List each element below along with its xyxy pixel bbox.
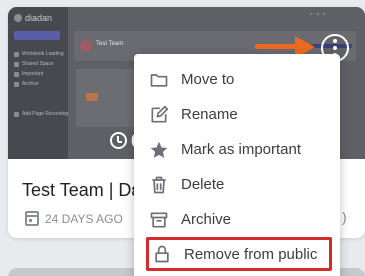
kebab-dot [333, 39, 337, 43]
recording-date: 24 DAYS AGO [25, 211, 123, 226]
thumbnail-nav-item: Workbook Loading [14, 51, 64, 57]
folder-icon [148, 69, 170, 91]
pencil-icon [148, 104, 170, 126]
menu-item-label: Delete [181, 176, 225, 193]
menu-item-rename[interactable]: Rename [134, 97, 340, 132]
star-icon [148, 139, 170, 161]
lock-icon [151, 243, 173, 265]
menu-item-remove-from-public[interactable]: Remove from public [146, 237, 332, 271]
calendar-icon [25, 211, 39, 226]
card-meta-trailing: ) [342, 209, 347, 225]
menu-item-label: Rename [181, 106, 238, 123]
menu-item-label: Move to [181, 71, 235, 88]
kebab-dot [333, 46, 337, 50]
thumbnail-panel [76, 69, 136, 127]
clock-icon [110, 132, 127, 149]
archive-icon [148, 209, 170, 231]
annotation-arrow-shaft [255, 44, 297, 49]
thumbnail-nav-item: Important [14, 71, 43, 77]
thumbnail-nav-item: Shared Space [14, 61, 54, 67]
menu-item-archive[interactable]: Archive [134, 202, 340, 237]
thumbnail-nav-item: Archive [14, 81, 39, 87]
thumbnail-folder-icon [86, 93, 98, 101]
thumbnail-toolbar-icons: ◦ ◦ ◦ [310, 11, 327, 18]
thumbnail-avatar [80, 40, 92, 52]
menu-item-mark-important[interactable]: Mark as important [134, 132, 340, 167]
menu-item-label: Remove from public [184, 245, 318, 263]
screen: diadan Workbook Loading Shared Space Imp… [0, 0, 365, 276]
menu-item-move-to[interactable]: Move to [134, 62, 340, 97]
menu-item-label: Archive [181, 211, 232, 228]
thumbnail-nav-item: Add Page Recording [14, 111, 68, 117]
recording-date-text: 24 DAYS AGO [45, 211, 123, 226]
menu-item-delete[interactable]: Delete [134, 167, 340, 202]
menu-item-label: Mark as important [181, 141, 302, 158]
trash-icon [148, 174, 170, 196]
thumbnail-sidebar-button [14, 31, 60, 40]
thumbnail-app-logo: diadan [14, 13, 52, 23]
recording-title[interactable]: Test Team | Dε [22, 180, 139, 201]
card-options-menu: Move to Rename Mark as important Delete … [134, 54, 340, 276]
thumbnail-team-title: Test Team [96, 41, 124, 47]
